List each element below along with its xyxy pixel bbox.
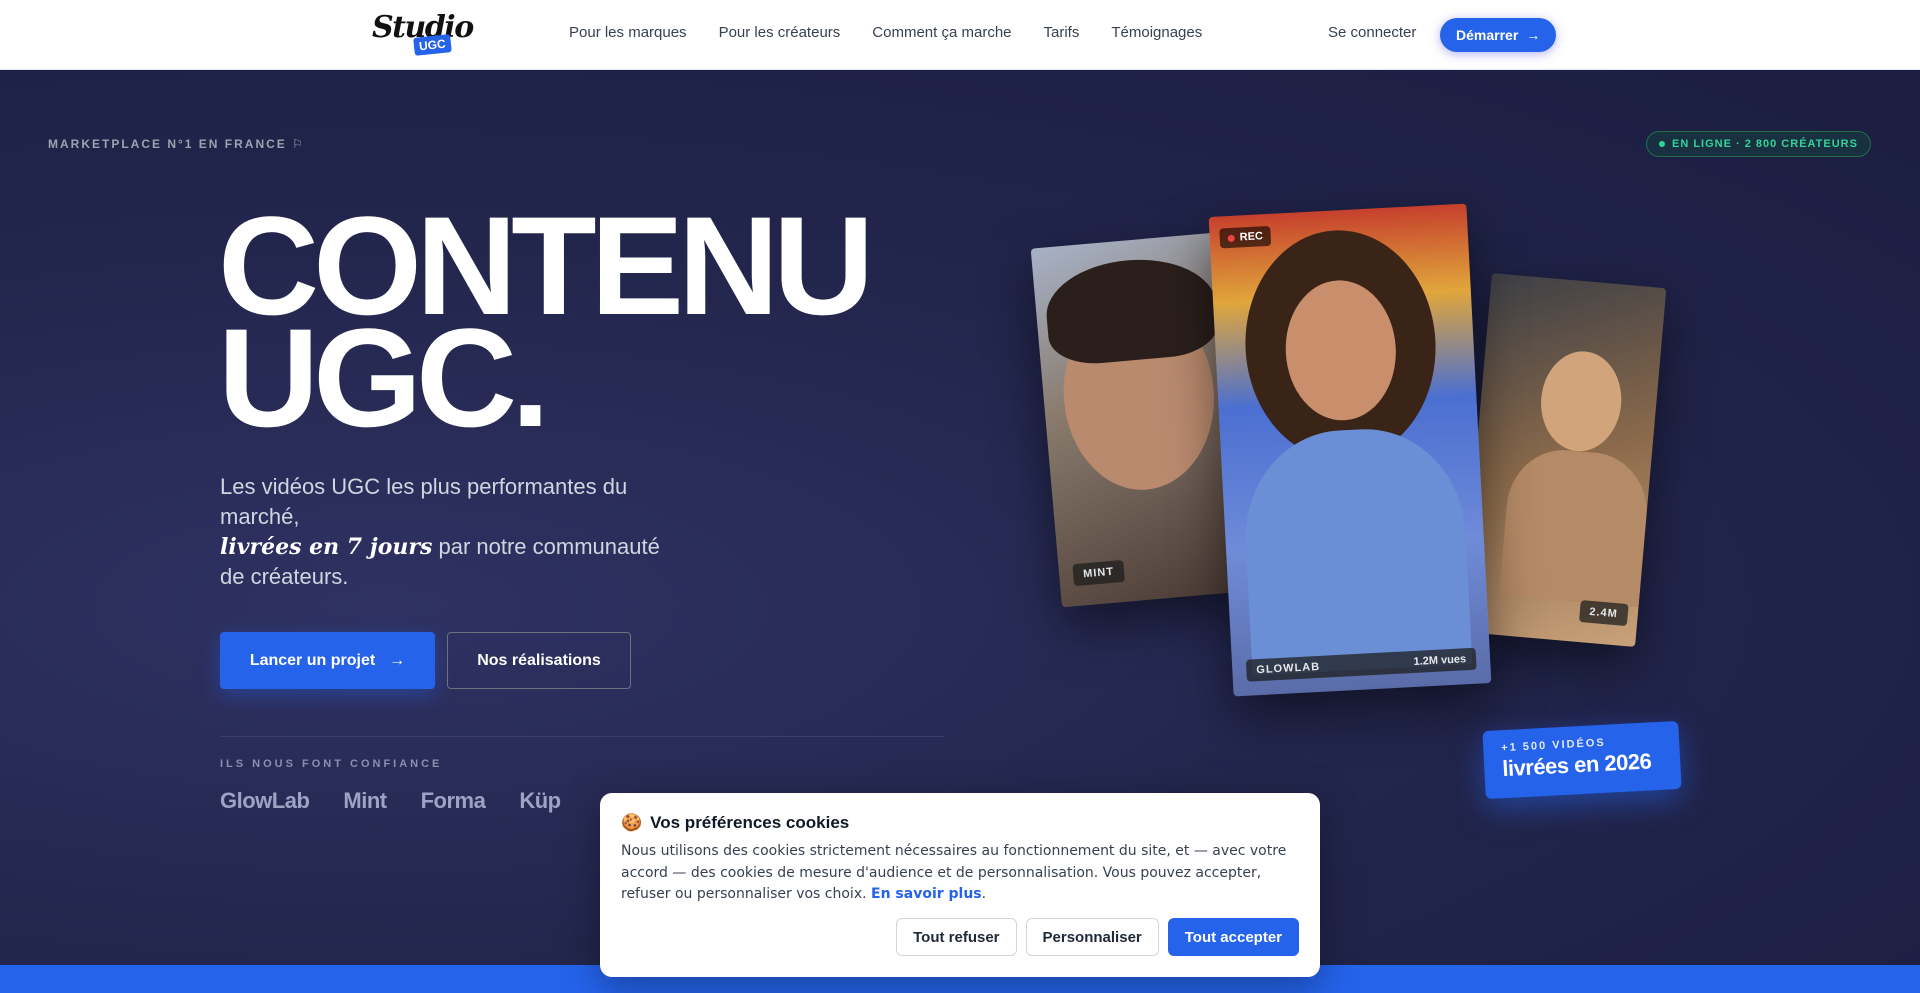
top-navbar: Studio UGC Pour les marques Pour les cré… — [0, 0, 1920, 70]
launch-project-button[interactable]: Lancer un projet → — [220, 632, 435, 689]
subtitle-emphasis: livrées en 7 jours — [220, 534, 433, 560]
cookie-icon: 🍪 — [621, 813, 643, 832]
status-dot-icon — [1659, 141, 1665, 147]
brand-logo: GlowLab — [220, 788, 310, 813]
nav-link-tarifs[interactable]: Tarifs — [1044, 24, 1080, 41]
eyebrow-text: MARKETPLACE N°1 EN FRANCE — [48, 137, 287, 151]
creator-hair-image — [1042, 252, 1221, 368]
nav-links: Pour les marques Pour les créateurs Comm… — [569, 24, 1202, 41]
logo-badge: UGC — [413, 34, 452, 56]
video-card-right[interactable]: 2.4M — [1460, 273, 1667, 647]
divider — [220, 736, 944, 737]
card-brand-label: MINT — [1072, 559, 1125, 587]
accept-all-button[interactable]: Tout accepter — [1167, 918, 1299, 956]
login-link[interactable]: Se connecter — [1328, 24, 1416, 41]
creator-face-image — [1536, 348, 1626, 455]
launch-project-label: Lancer un projet — [249, 651, 376, 669]
video-card-main[interactable]: REC GLOWLAB 1.2M vues — [1208, 203, 1492, 697]
arrow-right-icon: → — [389, 651, 406, 669]
card-views: 1.2M vues — [1413, 653, 1467, 668]
rec-text: REC — [1239, 230, 1264, 244]
flag-icon: ⚐ — [292, 137, 305, 151]
card-brand-name: GLOWLAB — [1256, 660, 1321, 677]
start-button-label: Démarrer — [1456, 27, 1519, 43]
arrow-right-icon: → — [1526, 27, 1541, 43]
customize-button[interactable]: Personnaliser — [1025, 918, 1159, 956]
brand-logo: Mint — [343, 788, 387, 813]
badge-big-text: livrées en 2026 — [1501, 748, 1652, 782]
online-status-badge: EN LIGNE · 2 800 CRÉATEURS — [1646, 131, 1871, 157]
learn-more-link[interactable]: En savoir plus — [871, 886, 982, 902]
portfolio-button[interactable]: Nos réalisations — [447, 632, 631, 689]
nav-link-comment[interactable]: Comment ça marche — [872, 24, 1011, 41]
cookie-consent-dialog: 🍪 Vos préférences cookies Nous utilisons… — [600, 793, 1320, 977]
brand-logo: Küp — [519, 788, 561, 813]
card-views-label: 2.4M — [1578, 600, 1629, 627]
hero-subtitle: Les vidéos UGC les plus performantes du … — [220, 472, 690, 592]
eyebrow-label: MARKETPLACE N°1 EN FRANCE ⚐ — [48, 137, 305, 151]
cookie-description: Nous utilisons des cookies strictement n… — [621, 843, 1287, 902]
creator-body-image — [1240, 424, 1473, 676]
cookie-actions: Tout refuser Personnaliser Tout accepter — [896, 918, 1299, 956]
subtitle-part-1: Les vidéos UGC les plus performantes du … — [220, 474, 628, 529]
hero-headline: CONTENU UGC. — [218, 196, 874, 448]
brand-logos: GlowLab Mint Forma Küp — [220, 788, 561, 814]
creator-body-image — [1498, 445, 1652, 608]
refuse-all-button[interactable]: Tout refuser — [896, 918, 1017, 956]
rec-dot-icon — [1227, 234, 1235, 242]
nav-link-createurs[interactable]: Pour les créateurs — [719, 24, 841, 41]
brand-logo: Forma — [420, 788, 486, 813]
online-status-text: EN LIGNE · 2 800 CRÉATEURS — [1672, 138, 1858, 150]
trust-label: ILS NOUS FONT CONFIANCE — [220, 758, 443, 770]
start-button[interactable]: Démarrer → — [1440, 18, 1557, 52]
rec-indicator: REC — [1219, 225, 1272, 249]
videos-delivered-badge: +1 500 VIDÉOS livrées en 2026 — [1482, 720, 1682, 800]
cookie-title: 🍪 Vos préférences cookies — [621, 813, 1299, 833]
logo[interactable]: Studio UGC — [372, 10, 474, 58]
nav-link-temoignages[interactable]: Témoignages — [1111, 24, 1202, 41]
nav-link-marques[interactable]: Pour les marques — [569, 24, 687, 41]
cookie-title-text: Vos préférences cookies — [650, 813, 850, 832]
